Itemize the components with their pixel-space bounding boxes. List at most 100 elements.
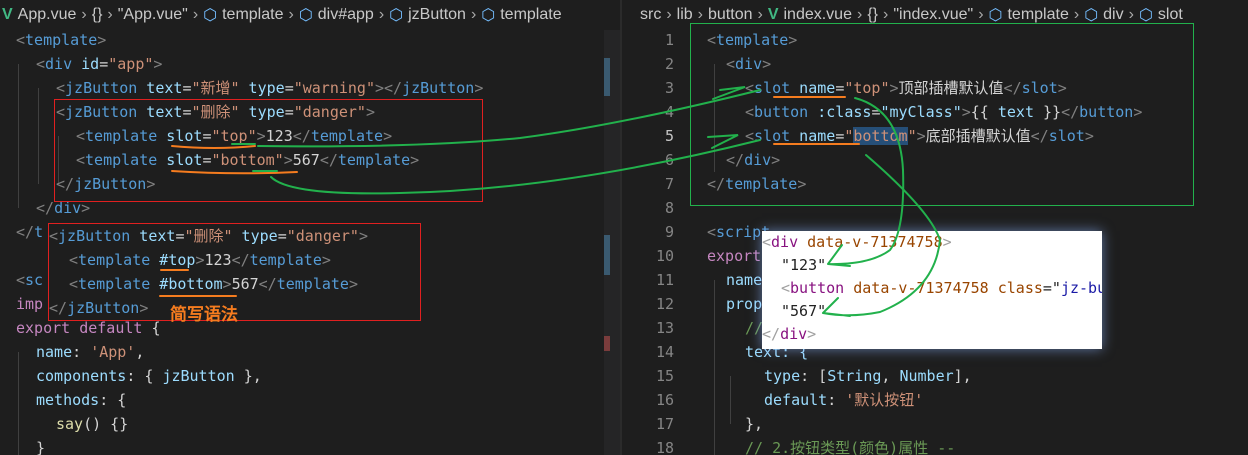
code-token: jzButton [402,79,475,97]
chevron-right-icon: › [757,6,763,23]
code-token: type [232,227,278,245]
code-token: jzButton [162,367,235,385]
code-token: </ [258,275,277,293]
code-line: <button data-v-71374758 class="jz-bu [781,276,1102,300]
code-token: // 2.按钮类型(颜色)属性 -- [745,439,956,455]
code-line: <template #top>123</template> [69,248,331,272]
chevron-right-icon: › [856,6,863,23]
code-line: prop [726,292,762,316]
code-token: div [771,233,799,251]
chevron-right-icon: › [1128,6,1134,23]
error-marker [604,336,610,351]
code-line: "567" [781,299,826,323]
line-number: 18 [655,439,674,455]
code-token: button [790,279,845,297]
code-token: components [36,367,127,385]
breadcrumb-item[interactable]: src [640,6,661,24]
code-token: default [764,391,828,409]
code-token: ], [953,367,972,385]
code-token: , [881,367,900,385]
code-line: say() {} [56,412,128,436]
breadcrumb-item[interactable]: App.vue [18,6,77,24]
line-number: 9 [664,223,674,241]
code-token: template [276,275,349,293]
code-token: type [239,79,285,97]
breadcrumb-item[interactable]: template [222,6,283,24]
code-token: </ [762,325,781,343]
shorthand-label: 简写语法 [170,305,238,325]
code-token: template [78,251,151,269]
symbol-cube-icon: ⬡ [1138,7,1153,24]
breadcrumb-item[interactable]: {} [867,6,878,24]
code-token: = [277,227,287,245]
line-number: 2 [664,55,674,73]
code-token: : { [126,367,163,385]
line-number: 13 [655,319,674,337]
breadcrumb-item[interactable]: template [1007,6,1068,24]
code-token: imp [16,295,44,313]
code-token: export default [16,319,143,337]
code-token: #bottom [150,275,223,293]
code-token: "app" [108,55,154,73]
code-line: components: { jzButton }, [36,364,262,388]
breadcrumb-item[interactable]: index.vue [783,6,852,24]
code-token: < [781,279,791,297]
code-line: <div data-v-71374758> [762,231,952,254]
line-number: 17 [655,415,674,433]
code-token: prop [726,295,763,313]
code-line: </jzButton> [49,296,148,320]
line-number: 15 [655,367,674,385]
chevron-right-icon: › [107,6,113,23]
code-line: methods: { [36,388,126,412]
code-line: type: [String, Number], [764,364,972,388]
symbol-cube-icon: ⬡ [389,7,404,24]
code-line: } [36,436,45,455]
scroll-thumb[interactable] [604,58,610,96]
line-number: 16 [655,391,674,409]
code-token: "删除" [184,227,233,245]
code-line: default: '默认按钮' [764,388,923,412]
breadcrumb-item[interactable]: button [708,6,752,24]
breadcrumb-item[interactable]: lib [677,6,693,24]
code-token: div [45,55,73,73]
code-line: export [707,244,761,268]
code-token: id [72,55,100,73]
chevron-right-icon: › [81,6,87,23]
highlight-box-slot-usage [54,99,483,202]
symbol-cube-icon: ⬡ [203,7,218,24]
highlight-box-slot-definition [690,23,1194,206]
line-number: 5 [664,127,674,145]
code-token: "warning" [293,79,375,97]
breadcrumb-item[interactable]: template [500,6,561,24]
breadcrumb-item[interactable]: "App.vue" [118,6,188,24]
symbol-cube-icon: ⬡ [481,7,496,24]
code-token: data-v-71374758 [844,279,989,297]
code-token: </ [36,199,55,217]
code-token: say [56,415,84,433]
code-line: <script [707,220,770,244]
code-token: // [745,319,764,337]
code-token: #top [150,251,196,269]
breadcrumb-item[interactable]: slot [1158,6,1183,24]
chevron-right-icon: › [666,6,672,23]
code-token: jzButton [65,79,138,97]
code-line: <div id="app"> [36,52,162,76]
code-token: > [139,299,149,317]
line-number: 1 [664,31,674,49]
code-token: =" [1042,279,1061,297]
vue-file-icon: V [767,6,779,23]
code-token: type [764,367,801,385]
chevron-right-icon: › [470,6,477,23]
breadcrumb-item[interactable]: div#app [318,6,374,24]
breadcrumb-item[interactable]: jzButton [408,6,466,24]
code-token: } [36,439,46,455]
breadcrumb-item[interactable]: "index.vue" [893,6,973,24]
code-token: jz-bu [1060,279,1102,297]
code-line: // 2.按钮类型(颜色)属性 -- [745,436,955,455]
code-token: t [34,223,44,241]
breadcrumb-item[interactable]: {} [92,6,103,24]
code-line: }, [745,412,763,436]
code-token: < [49,227,59,245]
code-token: template [78,275,151,293]
breadcrumb-item[interactable]: div [1103,6,1123,24]
